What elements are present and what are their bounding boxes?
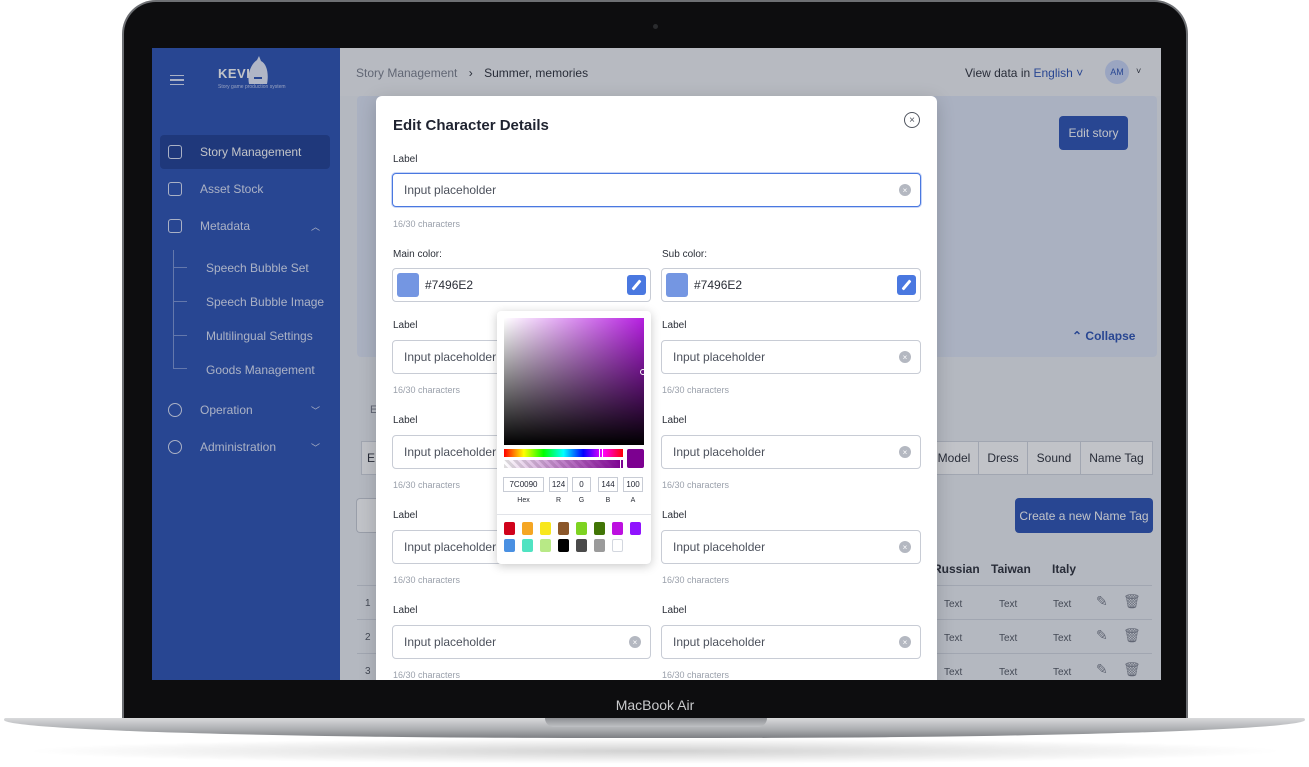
alpha-handle[interactable] bbox=[620, 459, 624, 469]
input-placeholder: Input placeholder bbox=[404, 445, 497, 459]
character-count: 16/30 characters bbox=[393, 385, 461, 395]
preset-swatch[interactable] bbox=[522, 539, 533, 552]
text-input[interactable]: Input placeholder × bbox=[661, 435, 921, 469]
blue-caption: B bbox=[605, 497, 611, 504]
preset-swatch[interactable] bbox=[576, 539, 587, 552]
laptop-shadow bbox=[20, 738, 1290, 764]
selected-color-preview bbox=[627, 449, 644, 468]
character-count: 16/30 characters bbox=[393, 480, 461, 490]
dialog-title: Edit Character Details bbox=[393, 117, 549, 134]
sub-color-label: Sub color: bbox=[662, 249, 708, 260]
sub-color-swatch[interactable] bbox=[666, 273, 688, 297]
character-count: 16/30 characters bbox=[662, 385, 730, 395]
input-placeholder: Input placeholder bbox=[673, 540, 766, 554]
clear-icon[interactable]: × bbox=[899, 184, 911, 196]
alpha-caption: A bbox=[630, 497, 636, 504]
preset-swatch[interactable] bbox=[504, 539, 515, 552]
main-color-value: #7496E2 bbox=[425, 278, 474, 292]
clear-icon[interactable]: × bbox=[899, 636, 911, 648]
green-input[interactable]: 0 bbox=[572, 477, 591, 492]
red-input[interactable]: 124 bbox=[549, 477, 568, 492]
character-count: 16/30 characters bbox=[393, 219, 461, 229]
text-input[interactable]: Input placeholder × bbox=[661, 340, 921, 374]
character-count: 16/30 characters bbox=[393, 670, 461, 680]
red-caption: R bbox=[555, 497, 562, 504]
text-input[interactable]: Input placeholder × bbox=[392, 625, 651, 659]
sub-color-field[interactable]: #7496E2 bbox=[661, 268, 921, 302]
field-label: Label bbox=[393, 415, 418, 426]
alpha-input[interactable]: 100 bbox=[623, 477, 643, 492]
hex-caption: Hex bbox=[517, 497, 530, 504]
clear-icon[interactable]: × bbox=[629, 636, 641, 648]
edit-character-dialog: Edit Character Details × Label Input pla… bbox=[376, 96, 937, 680]
field-label: Label bbox=[393, 605, 418, 616]
preset-swatch[interactable] bbox=[522, 522, 533, 535]
preset-swatch[interactable] bbox=[558, 539, 569, 552]
preset-swatch[interactable] bbox=[612, 522, 623, 535]
main-color-field[interactable]: #7496E2 bbox=[392, 268, 651, 302]
laptop-notch bbox=[545, 718, 767, 727]
character-count: 16/30 characters bbox=[662, 575, 730, 585]
character-count: 16/30 characters bbox=[662, 670, 730, 680]
input-placeholder: Input placeholder bbox=[404, 540, 497, 554]
field-label: Label bbox=[662, 510, 687, 521]
preset-swatch[interactable] bbox=[630, 522, 641, 535]
field-label: Label bbox=[662, 605, 687, 616]
picker-divider bbox=[497, 514, 651, 515]
hue-slider[interactable] bbox=[504, 449, 623, 457]
hex-input[interactable]: 7C0090 bbox=[503, 477, 544, 492]
camera-dot bbox=[653, 24, 658, 29]
preset-swatch[interactable] bbox=[504, 522, 515, 535]
clear-icon[interactable]: × bbox=[899, 446, 911, 458]
field-label: Label bbox=[393, 154, 418, 165]
hue-handle[interactable] bbox=[599, 448, 603, 458]
alpha-slider[interactable] bbox=[504, 460, 623, 468]
field-label: Label bbox=[393, 320, 418, 331]
clear-icon[interactable]: × bbox=[899, 541, 911, 553]
input-placeholder: Input placeholder bbox=[673, 635, 766, 649]
input-placeholder: Input placeholder bbox=[404, 183, 497, 197]
preset-swatch[interactable] bbox=[576, 522, 587, 535]
text-input[interactable]: Input placeholder × bbox=[661, 530, 921, 564]
preset-swatch[interactable] bbox=[540, 539, 551, 552]
green-caption: G bbox=[578, 497, 585, 504]
character-count: 16/30 characters bbox=[393, 575, 461, 585]
input-placeholder: Input placeholder bbox=[673, 445, 766, 459]
screen: KEVIN Story game production system Story… bbox=[152, 48, 1161, 680]
clear-icon[interactable]: × bbox=[899, 351, 911, 363]
label-input[interactable]: Input placeholder × bbox=[392, 173, 921, 207]
saturation-handle[interactable] bbox=[640, 369, 646, 375]
close-icon[interactable]: × bbox=[904, 112, 920, 128]
sub-color-value: #7496E2 bbox=[694, 278, 743, 292]
eyedropper-icon[interactable] bbox=[627, 275, 646, 295]
main-color-label: Main color: bbox=[393, 249, 442, 260]
input-placeholder: Input placeholder bbox=[404, 350, 497, 364]
saturation-value-area[interactable] bbox=[504, 318, 644, 445]
field-label: Label bbox=[393, 510, 418, 521]
device-label: MacBook Air bbox=[615, 697, 695, 713]
preset-swatch[interactable] bbox=[558, 522, 569, 535]
preset-swatch[interactable] bbox=[612, 539, 623, 552]
blue-input[interactable]: 144 bbox=[598, 477, 618, 492]
eyedropper-icon[interactable] bbox=[897, 275, 916, 295]
input-placeholder: Input placeholder bbox=[673, 350, 766, 364]
preset-swatch[interactable] bbox=[594, 539, 605, 552]
character-count: 16/30 characters bbox=[662, 480, 730, 490]
main-color-swatch[interactable] bbox=[397, 273, 419, 297]
text-input[interactable]: Input placeholder × bbox=[661, 625, 921, 659]
field-label: Label bbox=[662, 415, 687, 426]
preset-swatch[interactable] bbox=[594, 522, 605, 535]
color-picker-popover: 7C0090 124 0 144 100 Hex R G B A bbox=[497, 311, 651, 564]
preset-swatch[interactable] bbox=[540, 522, 551, 535]
field-label: Label bbox=[662, 320, 687, 331]
input-placeholder: Input placeholder bbox=[404, 635, 497, 649]
